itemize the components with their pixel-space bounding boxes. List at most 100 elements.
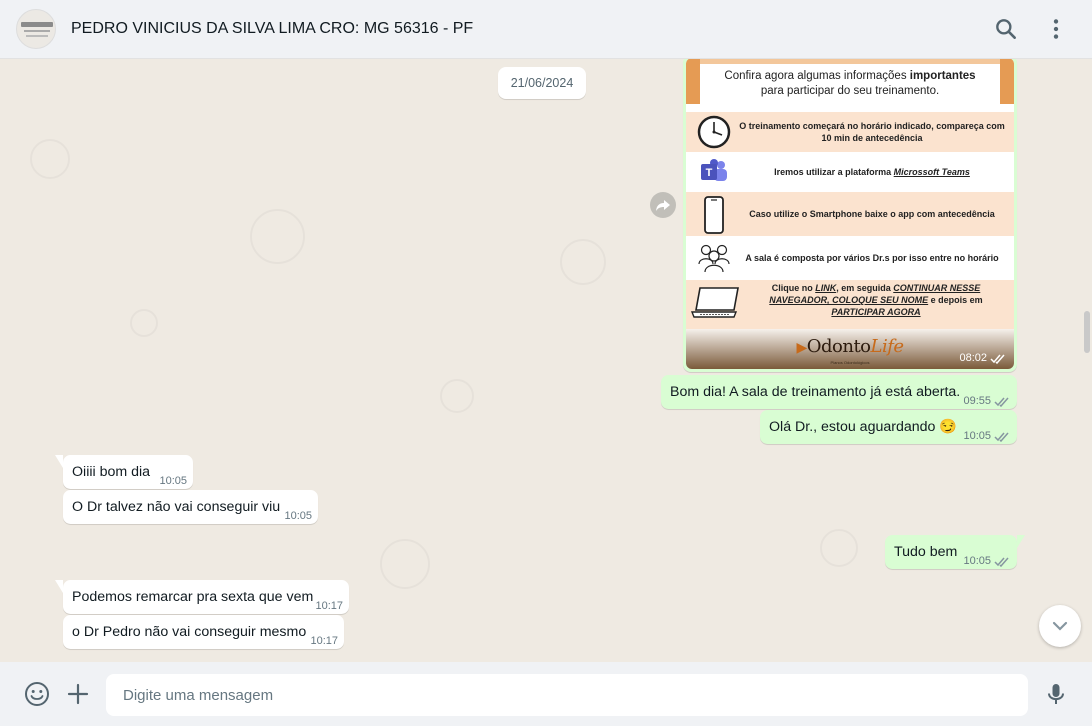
image-banner: Confira agora algumas informações import… [686,59,1014,112]
info-row-teams: T Iremos utilizar a plataforma Microssof… [686,152,1014,192]
forward-icon [656,200,670,211]
wallpaper-doodle [440,379,474,413]
message-time: 10:05 [963,430,991,442]
message-text: O Dr talvez não vai conseguir viu [72,499,281,515]
message-text: Olá Dr., estou aguardando 😏 [769,419,958,435]
svg-text:T: T [706,167,713,179]
message-time: 10:05 [963,555,991,567]
read-ticks-icon [994,557,1009,567]
bubble-tail [55,455,63,468]
chat-header: PEDRO VINICIUS DA SILVA LIMA CRO: MG 563… [0,0,1092,59]
message-text: Bom dia! A sala de treinamento já está a… [670,384,961,400]
avatar-logo-line [24,30,50,32]
avatar-logo-icon [21,22,53,27]
info-text-clock: O treinamento começará no horário indica… [739,121,1005,143]
forward-button[interactable] [650,192,676,218]
message-text: Oiiii bom dia [72,464,151,480]
attach-button[interactable] [65,681,91,707]
info-text-laptop: Clique no LINK, em seguida CONTINUAR NES… [744,282,1008,318]
info-text-laptop-c: , em seguida [836,283,894,293]
info-row-clock: O treinamento começará no horário indica… [686,112,1014,152]
teams-icon: T [694,158,734,186]
search-button[interactable] [993,16,1019,42]
plus-icon [67,683,89,705]
banner-line2: para participar do seu treinamento. [760,85,940,97]
wallpaper-doodle [560,239,606,285]
info-text-teams: Iremos utilizar a plataforma Microssoft … [736,166,1008,178]
banner-text: Confira agora algumas informações import… [686,69,1014,99]
message-text: o Dr Pedro não vai conseguir mesmo [72,624,307,640]
image-meta: 08:02 [959,352,1006,364]
kebab-menu-icon [1053,19,1059,39]
laptop-icon [690,286,742,320]
info-text-people: A sala é composta por vários Dr.s por is… [745,253,999,263]
wallpaper-doodle [250,209,305,264]
message-bubble-outgoing[interactable]: Tudo bem 10:05 [885,535,1025,569]
message-meta: 10:17 [315,600,343,612]
message-bubble-incoming[interactable]: Oiiii bom dia 10:05 [55,455,193,489]
message-bubble-outgoing[interactable]: Olá Dr., estou aguardando 😏 10:05 [760,410,1017,444]
info-text-teams-prefix: Iremos utilizar a plataforma [774,167,894,177]
chevron-down-icon [1052,621,1068,631]
info-text-laptop-f: PARTICIPAR AGORA [831,307,921,317]
training-info-image[interactable]: Confira agora algumas informações import… [686,59,1014,369]
banner-line1-bold: importantes [909,70,976,82]
info-text-laptop-link: LINK [815,283,837,293]
message-time: 08:02 [959,352,987,364]
message-time: 10:05 [284,510,312,522]
message-time: 10:17 [310,635,338,647]
wallpaper-doodle [380,539,430,589]
image-footer: ▶OdontoLife Planos Odontológicos 08:02 [686,329,1014,369]
chat-pane[interactable]: 21/06/2024 Confira agora algumas informa… [0,59,1092,662]
message-time: 09:55 [963,395,991,407]
message-time: 10:05 [159,475,187,487]
read-ticks-icon [990,354,1005,364]
banner-line1: Confira agora algumas informações [724,70,910,82]
message-input[interactable] [106,674,1028,716]
menu-button[interactable] [1043,16,1069,42]
emoji-button[interactable] [24,681,50,707]
search-icon [996,19,1016,39]
tooth-logo-icon: ▶ [796,340,807,356]
clock-icon [694,114,734,150]
info-row-smartphone: Caso utilize o Smartphone baixe o app co… [686,192,1014,236]
read-ticks-icon [994,432,1009,442]
message-meta: 10:17 [310,635,338,647]
info-text-laptop-e: e depois em [928,295,983,305]
ribbon-band [700,59,1000,64]
brand-main: Odonto [806,336,871,357]
message-meta: 10:05 [159,475,187,487]
message-bubble-incoming[interactable]: Podemos remarcar pra sexta que vem 10:17 [55,580,349,614]
message-bubble-outgoing[interactable]: Bom dia! A sala de treinamento já está a… [661,375,1017,409]
info-text-smartphone: Caso utilize o Smartphone baixe o app co… [749,209,995,219]
info-row-people: A sala é composta por vários Dr.s por is… [686,236,1014,280]
brand-life: Life [870,336,905,357]
date-divider: 21/06/2024 [498,67,586,99]
message-bubble-incoming[interactable]: O Dr talvez não vai conseguir viu 10:05 [63,490,318,524]
contact-avatar[interactable] [16,9,56,49]
mic-icon [1048,684,1064,704]
info-text-laptop-a: Clique no [771,283,816,293]
message-meta: 10:05 [963,430,1010,442]
message-bubble-incoming[interactable]: o Dr Pedro não vai conseguir mesmo 10:17 [63,615,344,649]
image-message[interactable]: Confira agora algumas informações import… [683,59,1017,372]
info-text-teams-link: Microssoft Teams [893,167,970,177]
message-meta: 09:55 [963,395,1010,407]
contact-name[interactable]: PEDRO VINICIUS DA SILVA LIMA CRO: MG 563… [71,20,473,38]
wallpaper-doodle [30,139,70,179]
message-composer [0,662,1092,726]
emoji-icon [25,682,49,706]
voice-message-button[interactable] [1043,681,1069,707]
message-text: Podemos remarcar pra sexta que vem [72,589,314,605]
bubble-tail [55,580,63,593]
scrollbar-thumb[interactable] [1084,311,1090,353]
scroll-to-bottom-button[interactable] [1039,605,1081,647]
message-meta: 10:05 [284,510,312,522]
people-icon [694,242,734,274]
message-meta: 10:05 [963,555,1010,567]
message-text: Tudo bem [894,544,958,560]
avatar-logo-line [26,35,48,37]
bubble-tail [1017,535,1025,548]
smartphone-icon [694,196,734,234]
message-time: 10:17 [315,600,343,612]
